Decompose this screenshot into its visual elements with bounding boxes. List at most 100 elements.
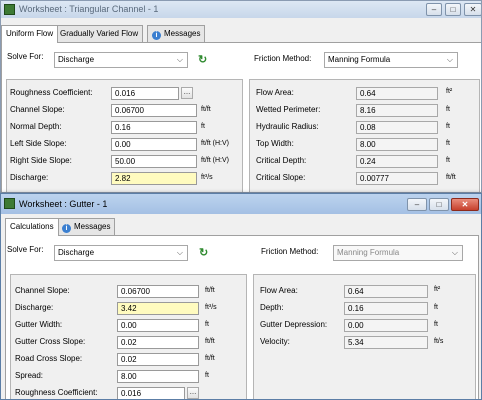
input-label: Roughness Coefficient: bbox=[10, 88, 93, 97]
velocity-value: 5.34 bbox=[344, 336, 428, 349]
input-label: Gutter Width: bbox=[15, 320, 63, 329]
gutter-cross-slope-field[interactable]: 0.02 bbox=[117, 336, 199, 349]
calculations-page: Solve For: Discharge ⌵ ↻ Friction Method:… bbox=[5, 235, 479, 399]
title-bar[interactable]: Worksheet : Gutter - 1 – □ ✕ bbox=[1, 194, 481, 214]
unit-label: ft/ft bbox=[205, 287, 215, 294]
results-panel: Flow Area: 0.64 ft² Depth: 0.16 ft Gutte… bbox=[253, 274, 476, 399]
unit-label: ft bbox=[446, 106, 450, 113]
result-label: Critical Slope: bbox=[256, 173, 306, 182]
input-label: Roughness Coefficient: bbox=[15, 388, 98, 397]
minimize-button[interactable]: – bbox=[426, 3, 442, 16]
wetted-perimeter-value: 8.16 bbox=[356, 104, 438, 117]
gutter-width-field[interactable]: 0.00 bbox=[117, 319, 199, 332]
chevron-down-icon: ⌵ bbox=[451, 248, 458, 257]
solve-for-value: Discharge bbox=[58, 248, 95, 257]
gutter-window: Worksheet : Gutter - 1 – □ ✕ Calculation… bbox=[0, 193, 482, 400]
worksheet-icon bbox=[4, 198, 15, 209]
result-label: Flow Area: bbox=[256, 88, 294, 97]
input-label: Gutter Cross Slope: bbox=[15, 337, 86, 346]
unit-label: ft/ft bbox=[201, 106, 211, 113]
close-button[interactable]: ✕ bbox=[451, 198, 479, 211]
tab-messages[interactable]: i Messages bbox=[147, 25, 206, 42]
worksheet-icon bbox=[4, 4, 15, 15]
hydraulic-radius-value: 0.08 bbox=[356, 121, 438, 134]
road-cross-slope-field[interactable]: 0.02 bbox=[117, 353, 199, 366]
minimize-button[interactable]: – bbox=[407, 198, 427, 211]
title-bar[interactable]: Worksheet : Triangular Channel - 1 – □ ✕ bbox=[1, 1, 481, 18]
flow-area-value: 0.64 bbox=[356, 87, 438, 100]
unit-label: ft/ft bbox=[205, 338, 215, 345]
tab-messages-label: Messages bbox=[74, 222, 111, 231]
discharge-field[interactable]: 3.42 bbox=[117, 302, 199, 315]
triangular-channel-window: Worksheet : Triangular Channel - 1 – □ ✕… bbox=[0, 0, 482, 193]
result-label: Wetted Perimeter: bbox=[256, 105, 321, 114]
tab-uniform-flow[interactable]: Uniform Flow bbox=[1, 25, 59, 43]
tab-calculations[interactable]: Calculations bbox=[5, 218, 59, 236]
maximize-button[interactable]: □ bbox=[429, 198, 449, 211]
uniform-flow-page: Solve For: Discharge ⌵ ↻ Friction Method:… bbox=[1, 42, 481, 192]
friction-method-select[interactable]: Manning Formula ⌵ bbox=[324, 52, 458, 68]
tab-gradually-varied-flow[interactable]: Gradually Varied Flow bbox=[55, 25, 144, 42]
solve-for-select[interactable]: Discharge ⌵ bbox=[54, 52, 188, 68]
channel-slope-field[interactable]: 0.06700 bbox=[111, 104, 197, 117]
refresh-icon[interactable]: ↻ bbox=[198, 53, 207, 66]
result-label: Depth: bbox=[260, 303, 284, 312]
left-side-slope-field[interactable]: 0.00 bbox=[111, 138, 197, 151]
solve-for-select[interactable]: Discharge ⌵ bbox=[54, 245, 188, 261]
solve-for-value: Discharge bbox=[58, 55, 95, 64]
ellipsis-button[interactable]: … bbox=[187, 387, 199, 399]
unit-label: ft bbox=[201, 123, 205, 130]
result-label: Top Width: bbox=[256, 139, 294, 148]
roughness-coefficient-field[interactable]: 0.016 bbox=[117, 387, 185, 399]
solve-for-label: Solve For: bbox=[7, 245, 44, 254]
result-label: Velocity: bbox=[260, 337, 290, 346]
depth-value: 0.16 bbox=[344, 302, 428, 315]
friction-method-value: Manning Formula bbox=[337, 248, 400, 257]
unit-label: ft³/s bbox=[205, 304, 217, 311]
input-label: Normal Depth: bbox=[10, 122, 62, 131]
input-panel: Roughness Coefficient: 0.016 … Channel S… bbox=[6, 79, 243, 192]
unit-label: ft² bbox=[446, 88, 453, 95]
friction-method-label: Friction Method: bbox=[254, 54, 312, 63]
chevron-down-icon: ⌵ bbox=[446, 55, 453, 64]
close-button[interactable]: ✕ bbox=[464, 3, 481, 16]
discharge-field[interactable]: 2.82 bbox=[111, 172, 197, 185]
refresh-icon[interactable]: ↻ bbox=[199, 246, 208, 259]
input-label: Left Side Slope: bbox=[10, 139, 67, 148]
unit-label: ft bbox=[434, 304, 438, 311]
window-title: Worksheet : Triangular Channel - 1 bbox=[19, 4, 159, 14]
input-label: Discharge: bbox=[10, 173, 49, 182]
input-label: Channel Slope: bbox=[15, 286, 70, 295]
results-panel: Flow Area: 0.64 ft² Wetted Perimeter: 8.… bbox=[249, 79, 480, 192]
input-panel: Channel Slope: 0.06700 ft/ft Discharge: … bbox=[10, 274, 247, 399]
unit-label: ft/ft (H:V) bbox=[201, 140, 229, 147]
flow-area-value: 0.64 bbox=[344, 285, 428, 298]
right-side-slope-field[interactable]: 50.00 bbox=[111, 155, 197, 168]
gutter-depression-value: 0.00 bbox=[344, 319, 428, 332]
critical-slope-value: 0.00777 bbox=[356, 172, 438, 185]
unit-label: ft bbox=[434, 321, 438, 328]
friction-method-value: Manning Formula bbox=[328, 55, 391, 64]
chevron-down-icon: ⌵ bbox=[176, 55, 183, 64]
friction-method-select: Manning Formula ⌵ bbox=[333, 245, 463, 261]
input-label: Discharge: bbox=[15, 303, 54, 312]
unit-label: ft bbox=[205, 321, 209, 328]
roughness-coefficient-field[interactable]: 0.016 bbox=[111, 87, 179, 100]
unit-label: ft/s bbox=[434, 338, 444, 345]
channel-slope-field[interactable]: 0.06700 bbox=[117, 285, 199, 298]
solve-for-label: Solve For: bbox=[7, 52, 44, 61]
result-label: Critical Depth: bbox=[256, 156, 307, 165]
tab-messages[interactable]: i Messages bbox=[57, 218, 116, 235]
friction-method-label: Friction Method: bbox=[261, 247, 319, 256]
input-label: Channel Slope: bbox=[10, 105, 65, 114]
window-title: Worksheet : Gutter - 1 bbox=[19, 199, 108, 209]
spread-field[interactable]: 8.00 bbox=[117, 370, 199, 383]
ellipsis-button[interactable]: … bbox=[181, 87, 193, 99]
unit-label: ft bbox=[205, 372, 209, 379]
unit-label: ft/ft bbox=[205, 355, 215, 362]
result-label: Flow Area: bbox=[260, 286, 298, 295]
tab-messages-label: Messages bbox=[164, 29, 201, 38]
normal-depth-field[interactable]: 0.16 bbox=[111, 121, 197, 134]
unit-label: ft bbox=[446, 123, 450, 130]
maximize-button[interactable]: □ bbox=[445, 3, 461, 16]
